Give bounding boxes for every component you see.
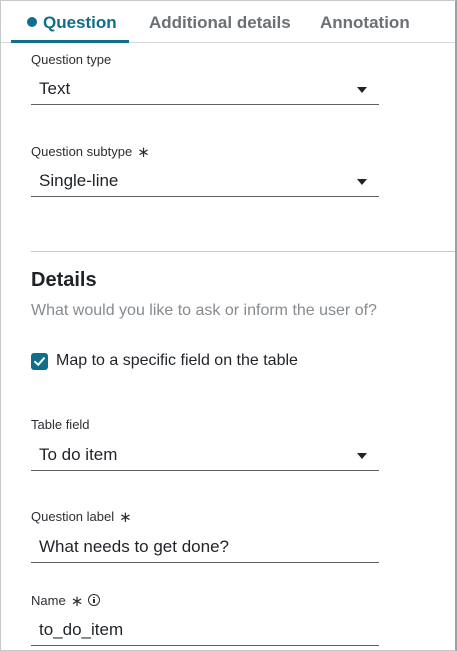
question-label-text: Question label: [31, 509, 115, 524]
caret-down-icon: [357, 453, 367, 459]
section-divider: [31, 251, 455, 252]
question-type-select[interactable]: Text: [31, 73, 379, 105]
tab-label: Additional details: [149, 13, 291, 32]
checkmark-icon: [34, 357, 45, 366]
required-asterisk-icon: ∗: [70, 593, 84, 610]
name-value: to_do_item: [39, 620, 124, 639]
question-editor-panel: Question Additional details Annotation Q…: [0, 0, 457, 651]
question-type-label: Question type: [31, 52, 112, 67]
active-dot-icon: [27, 17, 37, 27]
info-icon[interactable]: [88, 594, 101, 606]
required-asterisk-icon: ∗: [137, 144, 150, 161]
tab-additional-details[interactable]: Additional details: [149, 13, 291, 33]
question-subtype-value: Single-line: [39, 171, 119, 190]
table-field-value: To do item: [39, 445, 118, 464]
question-type-value: Text: [39, 79, 71, 98]
table-field-label: Table field: [31, 417, 90, 432]
details-subtext: What would you like to ask or inform the…: [31, 302, 377, 319]
name-label-text: Name: [31, 593, 66, 608]
name-field-label: Name ∗: [31, 592, 101, 610]
table-field-select[interactable]: To do item: [31, 439, 379, 471]
tab-bar: Question Additional details Annotation: [1, 1, 455, 43]
required-asterisk-icon: ∗: [119, 509, 132, 526]
question-subtype-label: Question subtype ∗: [31, 143, 150, 161]
question-subtype-select[interactable]: Single-line: [31, 165, 379, 197]
caret-down-icon: [357, 87, 367, 93]
details-heading: Details: [31, 269, 97, 291]
tab-question[interactable]: Question: [27, 13, 117, 33]
question-label-field-label: Question label ∗: [31, 508, 132, 526]
question-subtype-label-text: Question subtype: [31, 144, 133, 159]
question-label-input[interactable]: What needs to get done?: [31, 531, 379, 563]
map-field-label[interactable]: Map to a specific field on the table: [56, 352, 298, 370]
map-field-checkbox[interactable]: [31, 353, 48, 370]
name-input[interactable]: to_do_item: [31, 614, 379, 646]
active-tab-indicator: [11, 40, 129, 43]
tab-label: Question: [43, 13, 117, 32]
tab-label: Annotation: [320, 13, 410, 32]
tab-annotation[interactable]: Annotation: [320, 13, 410, 33]
question-label-value: What needs to get done?: [39, 537, 229, 556]
caret-down-icon: [357, 179, 367, 185]
